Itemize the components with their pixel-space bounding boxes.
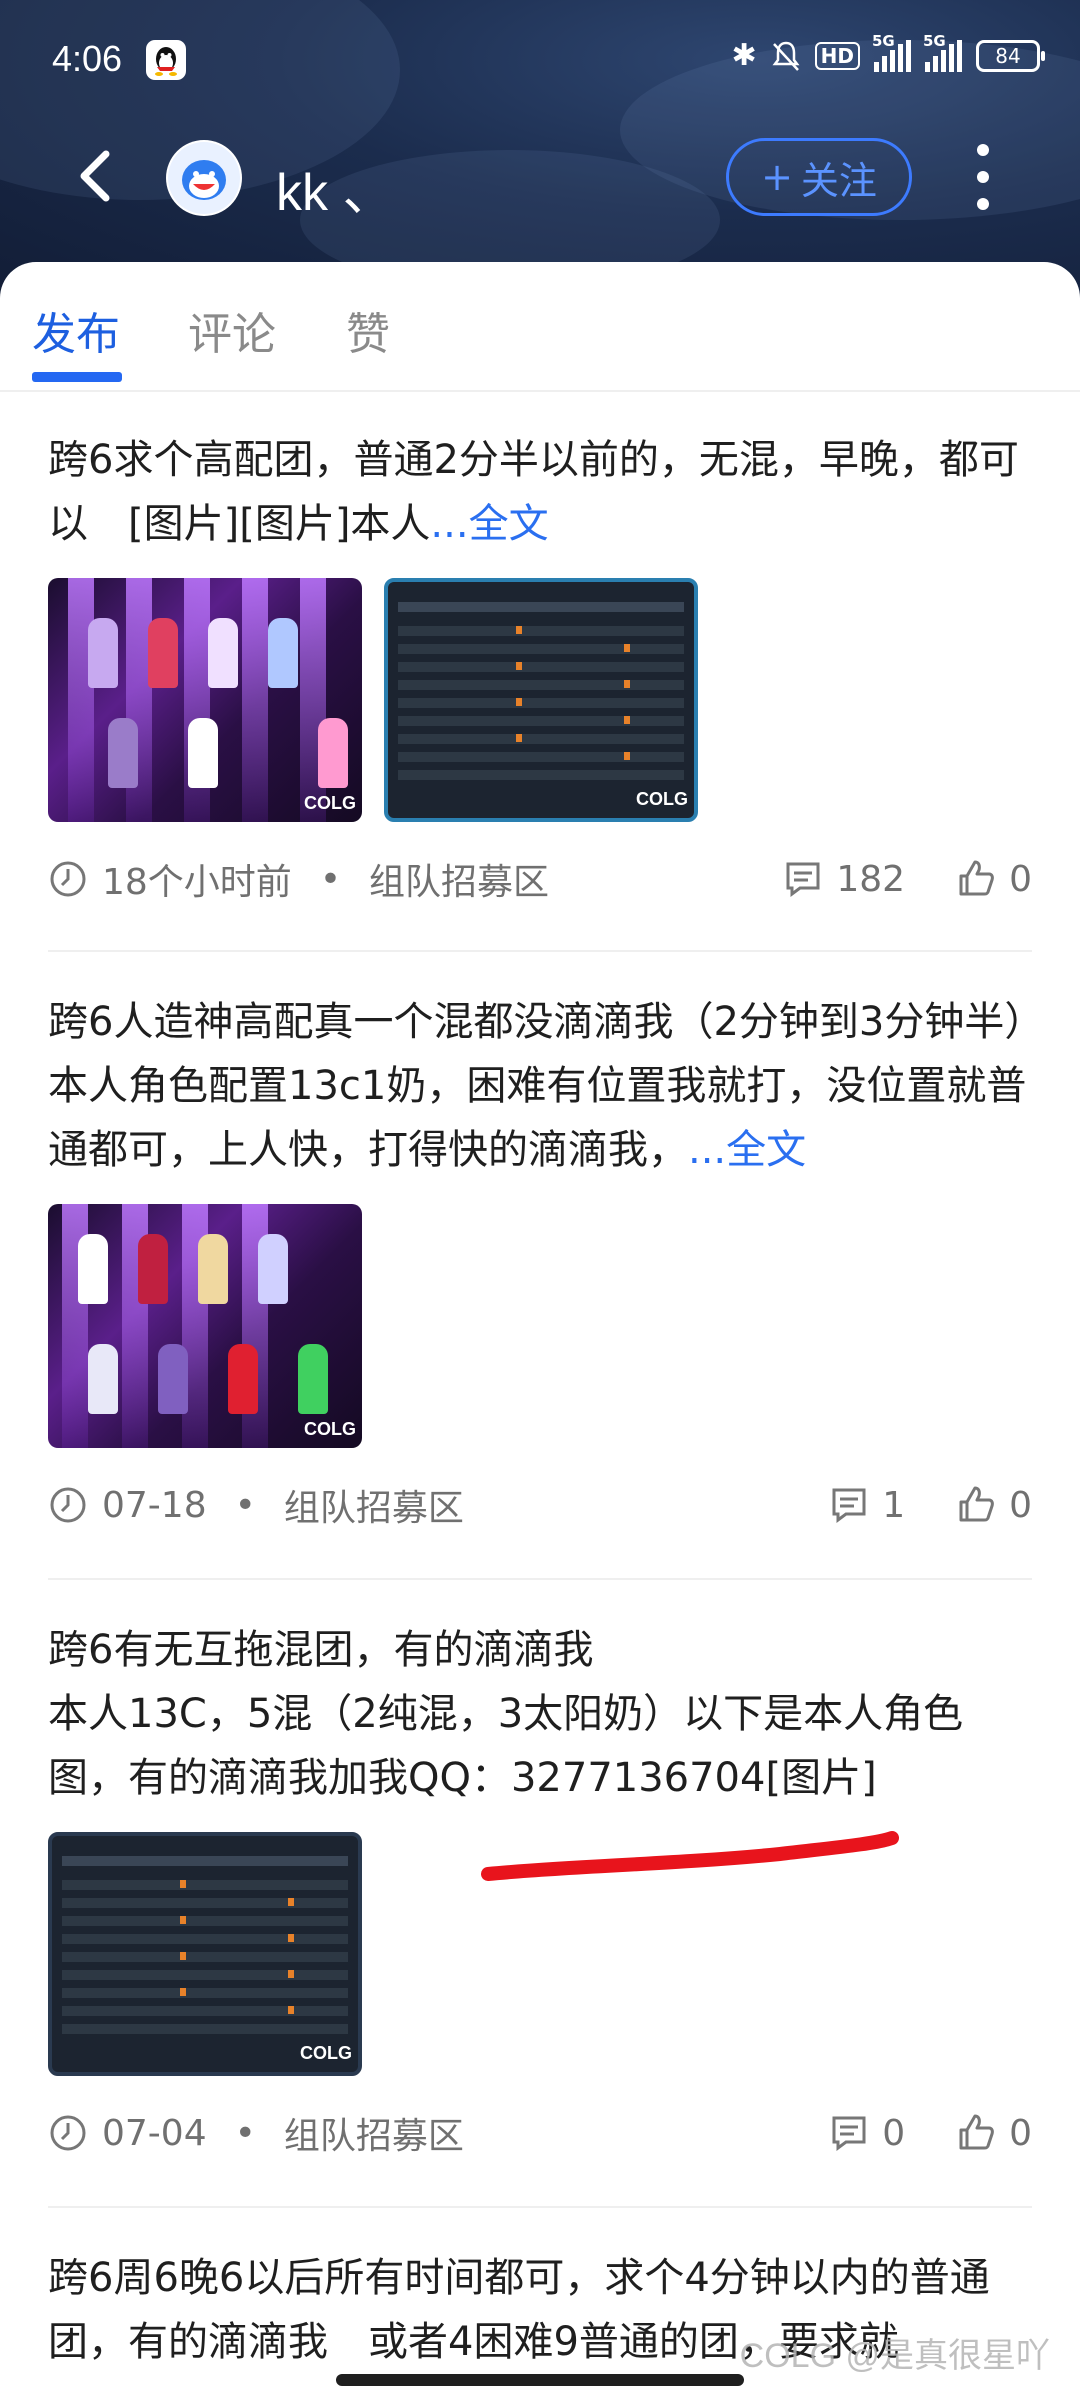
tab-bar: 发布 评论 赞 [0,262,1080,392]
status-bar: 4:06 ✱ HD 5G 5G 84 [0,0,1080,120]
clock-icon [50,2115,86,2151]
bluetooth-icon: ✱ [731,38,757,73]
status-icons: ✱ HD 5G 5G 84 [731,32,1045,73]
username: kk 、 [276,164,395,222]
avatar-image [168,142,240,214]
colg-logo: COLG [300,2043,352,2063]
divider [48,2206,1032,2208]
full-text-link[interactable]: ...全文 [688,1127,806,1173]
red-annotation-mark [481,1831,899,1881]
post-image[interactable]: COLG [48,1832,362,2076]
comment-count: 0 [882,2112,906,2154]
battery-icon: 84 [976,39,1045,72]
post-text[interactable]: 跨6人造神高配真一个混都没滴滴我（2分钟到3分钟半） 本人角色配置13c1奶，困… [48,990,1032,1182]
signal-2-icon: 5G [923,32,962,72]
home-indicator[interactable] [336,2374,744,2386]
post-text[interactable]: 跨6求个高配团，普通2分半以前的，无混，早晚，都可以 [图片][图片]本人...… [48,428,1032,556]
colg-logo: COLG [636,789,688,809]
like-count: 0 [1009,858,1032,900]
post-images: COLG COLG [48,578,1032,822]
post-category[interactable]: 组队招募区 [284,1479,464,1531]
post-meta: 18个小时前 • 组队招募区 182 0 [48,854,1032,904]
follow-label: 关注 [800,158,877,203]
clock-icon [50,1487,86,1523]
network-type-2: 5G [923,31,946,50]
comment-icon[interactable] [782,858,824,900]
colg-logo: COLG [304,1419,356,1439]
meta-separator: • [234,1484,256,1526]
full-text-link[interactable]: ...全文 [430,501,548,547]
post-time: 18个小时前 [102,862,292,903]
divider [48,950,1032,952]
post-time: 07-18 [102,1484,207,1526]
follow-plus-icon: + [761,155,793,199]
post-meta: 07-18 • 组队招募区 1 0 [48,1480,1032,1530]
clock-icon [50,861,86,897]
post-image[interactable]: COLG [384,578,698,822]
like-count: 0 [1009,1484,1032,1526]
post-item[interactable]: 跨6有无互拖混团，有的滴滴我 本人13C，5混（2纯混，3太阳奶）以下是本人角色… [48,1618,1032,2158]
post-category[interactable]: 组队招募区 [369,853,549,905]
post-meta: 07-04 • 组队招募区 0 0 [48,2108,1032,2158]
post-images: COLG [48,1204,1032,1448]
network-type-1: 5G [872,31,895,50]
hd-badge: HD [814,41,860,70]
post-item[interactable]: 跨6人造神高配真一个混都没滴滴我（2分钟到3分钟半） 本人角色配置13c1奶，困… [48,990,1032,1530]
follow-button[interactable]: + 关注 [726,138,912,216]
comment-icon[interactable] [828,1484,870,1526]
back-icon[interactable] [68,146,128,206]
signal-1-icon: 5G [872,32,911,72]
tab-likes[interactable]: 赞 [346,298,390,362]
colg-logo: COLG [304,793,356,813]
divider [48,1578,1032,1580]
post-image[interactable]: COLG [48,578,362,822]
post-item[interactable]: 跨6求个高配团，普通2分半以前的，无混，早晚，都可以 [图片][图片]本人...… [48,428,1032,904]
thumbs-up-icon[interactable] [955,1484,997,1526]
comment-count: 1 [882,1484,906,1526]
post-category[interactable]: 组队招募区 [284,2107,464,2159]
meta-separator: • [234,2112,256,2154]
post-image[interactable]: COLG [48,1204,362,1448]
avatar[interactable] [166,140,242,216]
comment-count: 182 [836,858,906,900]
post-text[interactable]: 跨6有无互拖混团，有的滴滴我 本人13C，5混（2纯混，3太阳奶）以下是本人角色… [48,1618,1032,1810]
mute-icon [772,41,800,71]
more-icon[interactable] [972,144,994,210]
comment-icon[interactable] [828,2112,870,2154]
thumbs-up-icon[interactable] [955,2112,997,2154]
profile-header: kk 、 + 关注 [0,120,1080,240]
status-time: 4:06 [52,38,123,79]
thumbs-up-icon[interactable] [955,858,997,900]
post-time: 07-04 [102,2112,207,2154]
like-count: 0 [1009,2112,1032,2154]
watermark: COLG @是真很星吖 [739,2337,1050,2375]
qq-icon [146,40,186,80]
tab-posts[interactable]: 发布 [32,298,120,362]
tab-indicator [32,372,122,382]
meta-separator: • [319,858,342,900]
tab-comments[interactable]: 评论 [188,298,276,362]
